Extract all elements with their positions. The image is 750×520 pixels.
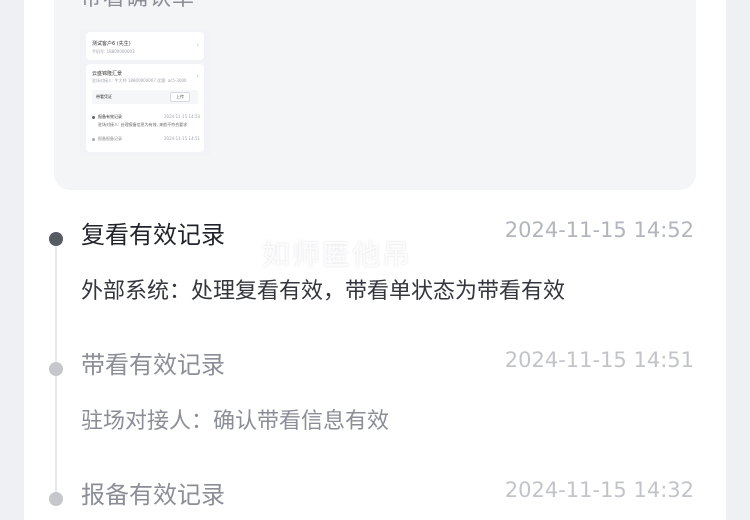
thumb-record1-desc: 驻场对接人: 处理报备信息为有效, 来航不符合要求 [98, 122, 188, 127]
timeline-item-time: 2024-11-15 14:32 [504, 478, 694, 502]
chevron-right-icon: › [196, 72, 199, 80]
thumb-record2-title: 报备报备记录 [98, 136, 122, 141]
timeline-item-desc: 外部系统：处理复看有效，带看单状态为带看有效 [81, 279, 566, 304]
thumb-record1-title: 报备有效记录 [98, 114, 122, 119]
thumb-customer-name: 测试客户6 (先生) [92, 41, 131, 47]
thumb-record1-time: 2024-11-15 14:53 [164, 114, 201, 119]
confirm-panel: 带看确认单 测试客户6 (先生) 手机号: 18800000003 › 云盛锦隆… [54, 0, 696, 190]
timeline-dot [49, 492, 63, 506]
thumb-record-dot [92, 116, 95, 119]
thumb-customer-card: 测试客户6 (先生) 手机号: 18800000003 › [86, 32, 204, 60]
confirm-title: 带看确认单 [80, 0, 195, 12]
timeline-item-title: 带看有效记录 [81, 351, 225, 379]
confirm-thumbnail[interactable]: 测试客户6 (先生) 手机号: 18800000003 › 云盛锦隆汇景 驻场对… [80, 30, 210, 156]
thumb-record-dot [92, 138, 95, 141]
timeline-dot [49, 362, 63, 376]
timeline-item-time: 2024-11-15 14:51 [504, 348, 694, 372]
timeline-item-title: 报备有效记录 [81, 481, 225, 509]
watermark: 如师匿他吊 [262, 238, 413, 271]
timeline-item-desc: 驻场对接人：确认带看信息有效 [81, 409, 390, 434]
timeline-item-title: 复看有效记录 [81, 221, 225, 249]
thumb-record2-time: 2024-11-15 14:51 [164, 136, 201, 141]
chevron-right-icon: › [196, 41, 199, 49]
timeline-dot-active [49, 232, 63, 246]
thumb-project-card: 云盛锦隆汇景 驻场对接人: 牛大师 18800000007 优惠: ac5-30… [86, 64, 204, 152]
thumb-project-meta: 驻场对接人: 牛大师 18800000007 优惠: ac5-3000 [92, 78, 187, 83]
thumb-voucher-row: 带看凭证 上传 [92, 90, 198, 104]
timeline-item-time: 2024-11-15 14:52 [504, 218, 694, 242]
thumb-voucher-label: 带看凭证 [96, 94, 112, 99]
thumb-project-name: 云盛锦隆汇景 [92, 71, 123, 77]
thumb-upload-button: 上传 [170, 92, 190, 102]
thumb-customer-phone: 手机号: 18800000003 [92, 49, 135, 54]
